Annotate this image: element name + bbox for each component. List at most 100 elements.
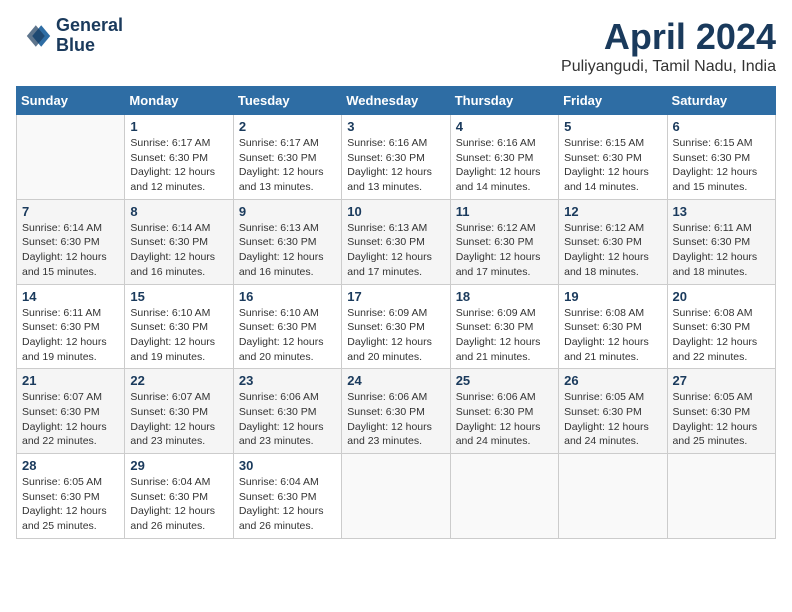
- calendar-cell: 30Sunrise: 6:04 AMSunset: 6:30 PMDayligh…: [233, 454, 341, 539]
- calendar-cell: [559, 454, 667, 539]
- calendar-week-row: 21 Sunrise: 6:07 AMSunset: 6:30 PMDayligh…: [17, 369, 776, 454]
- day-info: Sunrise: 6:13 AMSunset: 6:30 PMDaylight:…: [239, 221, 336, 280]
- calendar-cell: 8 Sunrise: 6:14 AMSunset: 6:30 PMDaylight…: [125, 199, 233, 284]
- day-number: 17: [347, 289, 444, 304]
- day-info: Sunrise: 6:06 AMSunset: 6:30 PMDaylight:…: [347, 390, 444, 449]
- weekday-header: Friday: [559, 87, 667, 115]
- month-title: April 2024: [561, 16, 776, 58]
- day-number: 29: [130, 458, 227, 473]
- day-info: Sunrise: 6:08 AMSunset: 6:30 PMDaylight:…: [673, 306, 770, 365]
- day-info: Sunrise: 6:06 AMSunset: 6:30 PMDaylight:…: [456, 390, 553, 449]
- day-info: Sunrise: 6:04 AMSunset: 6:30 PMDaylight:…: [239, 475, 336, 534]
- calendar-cell: [450, 454, 558, 539]
- day-info: Sunrise: 6:11 AMSunset: 6:30 PMDaylight:…: [22, 306, 119, 365]
- day-number: 10: [347, 204, 444, 219]
- calendar-cell: 24 Sunrise: 6:06 AMSunset: 6:30 PMDayligh…: [342, 369, 450, 454]
- calendar-cell: 19 Sunrise: 6:08 AMSunset: 6:30 PMDayligh…: [559, 284, 667, 369]
- calendar-cell: 2Sunrise: 6:17 AMSunset: 6:30 PMDaylight…: [233, 115, 341, 200]
- calendar-cell: 5Sunrise: 6:15 AMSunset: 6:30 PMDaylight…: [559, 115, 667, 200]
- logo-icon: [16, 18, 52, 54]
- day-number: 28: [22, 458, 119, 473]
- calendar-cell: 10 Sunrise: 6:13 AMSunset: 6:30 PMDayligh…: [342, 199, 450, 284]
- calendar-week-row: 1 Sunrise: 6:17 AMSunset: 6:30 PMDaylight…: [17, 115, 776, 200]
- logo: General Blue: [16, 16, 123, 56]
- calendar-cell: [17, 115, 125, 200]
- calendar-week-row: 7 Sunrise: 6:14 AMSunset: 6:30 PMDaylight…: [17, 199, 776, 284]
- day-info: Sunrise: 6:16 AMSunset: 6:30 PMDaylight:…: [456, 136, 553, 195]
- day-info: Sunrise: 6:05 AMSunset: 6:30 PMDaylight:…: [673, 390, 770, 449]
- weekday-header: Wednesday: [342, 87, 450, 115]
- day-number: 21: [22, 373, 119, 388]
- day-number: 3: [347, 119, 444, 134]
- day-number: 22: [130, 373, 227, 388]
- calendar-cell: 27 Sunrise: 6:05 AMSunset: 6:30 PMDayligh…: [667, 369, 775, 454]
- day-info: Sunrise: 6:14 AMSunset: 6:30 PMDaylight:…: [22, 221, 119, 280]
- calendar-cell: 20Sunrise: 6:08 AMSunset: 6:30 PMDayligh…: [667, 284, 775, 369]
- day-info: Sunrise: 6:12 AMSunset: 6:30 PMDaylight:…: [456, 221, 553, 280]
- day-number: 25: [456, 373, 553, 388]
- day-number: 15: [130, 289, 227, 304]
- day-number: 6: [673, 119, 770, 134]
- title-block: April 2024 Puliyangudi, Tamil Nadu, Indi…: [561, 16, 776, 76]
- day-number: 11: [456, 204, 553, 219]
- calendar-cell: 6Sunrise: 6:15 AMSunset: 6:30 PMDaylight…: [667, 115, 775, 200]
- day-info: Sunrise: 6:09 AMSunset: 6:30 PMDaylight:…: [456, 306, 553, 365]
- calendar-cell: 3 Sunrise: 6:16 AMSunset: 6:30 PMDaylight…: [342, 115, 450, 200]
- day-info: Sunrise: 6:10 AMSunset: 6:30 PMDaylight:…: [130, 306, 227, 365]
- page-header: General Blue April 2024 Puliyangudi, Tam…: [16, 16, 776, 76]
- day-number: 5: [564, 119, 661, 134]
- day-info: Sunrise: 6:08 AMSunset: 6:30 PMDaylight:…: [564, 306, 661, 365]
- day-number: 14: [22, 289, 119, 304]
- day-number: 26: [564, 373, 661, 388]
- calendar-cell: 11 Sunrise: 6:12 AMSunset: 6:30 PMDayligh…: [450, 199, 558, 284]
- weekday-header: Monday: [125, 87, 233, 115]
- weekday-header: Thursday: [450, 87, 558, 115]
- day-number: 24: [347, 373, 444, 388]
- calendar-week-row: 28 Sunrise: 6:05 AMSunset: 6:30 PMDayligh…: [17, 454, 776, 539]
- day-number: 27: [673, 373, 770, 388]
- calendar-cell: 21 Sunrise: 6:07 AMSunset: 6:30 PMDayligh…: [17, 369, 125, 454]
- calendar-cell: [667, 454, 775, 539]
- calendar-cell: [342, 454, 450, 539]
- weekday-header-row: SundayMondayTuesdayWednesdayThursdayFrid…: [17, 87, 776, 115]
- calendar-cell: 23 Sunrise: 6:06 AMSunset: 6:30 PMDayligh…: [233, 369, 341, 454]
- calendar-table: SundayMondayTuesdayWednesdayThursdayFrid…: [16, 86, 776, 539]
- calendar-cell: 4 Sunrise: 6:16 AMSunset: 6:30 PMDaylight…: [450, 115, 558, 200]
- day-info: Sunrise: 6:07 AMSunset: 6:30 PMDaylight:…: [22, 390, 119, 449]
- day-number: 12: [564, 204, 661, 219]
- day-info: Sunrise: 6:05 AMSunset: 6:30 PMDaylight:…: [22, 475, 119, 534]
- calendar-cell: 1Sunrise: 6:17 AMSunset: 6:30 PMDaylight…: [125, 115, 233, 200]
- day-info: Sunrise: 6:17 AMSunset: 6:30 PMDaylight:…: [239, 136, 336, 195]
- day-info: Sunrise: 6:12 AMSunset: 6:30 PMDaylight:…: [564, 221, 661, 280]
- day-number: 7: [22, 204, 119, 219]
- weekday-header: Sunday: [17, 87, 125, 115]
- calendar-cell: 12 Sunrise: 6:12 AMSunset: 6:30 PMDayligh…: [559, 199, 667, 284]
- day-number: 16: [239, 289, 336, 304]
- weekday-header: Saturday: [667, 87, 775, 115]
- day-info: Sunrise: 6:16 AMSunset: 6:30 PMDaylight:…: [347, 136, 444, 195]
- logo-text: General Blue: [56, 16, 123, 56]
- calendar-cell: 18Sunrise: 6:09 AMSunset: 6:30 PMDayligh…: [450, 284, 558, 369]
- weekday-header: Tuesday: [233, 87, 341, 115]
- calendar-cell: 15 Sunrise: 6:10 AMSunset: 6:30 PMDayligh…: [125, 284, 233, 369]
- day-number: 9: [239, 204, 336, 219]
- day-info: Sunrise: 6:07 AMSunset: 6:30 PMDaylight:…: [130, 390, 227, 449]
- day-info: Sunrise: 6:13 AMSunset: 6:30 PMDaylight:…: [347, 221, 444, 280]
- day-number: 4: [456, 119, 553, 134]
- day-info: Sunrise: 6:14 AMSunset: 6:30 PMDaylight:…: [130, 221, 227, 280]
- calendar-cell: 16 Sunrise: 6:10 AMSunset: 6:30 PMDayligh…: [233, 284, 341, 369]
- day-info: Sunrise: 6:11 AMSunset: 6:30 PMDaylight:…: [673, 221, 770, 280]
- day-info: Sunrise: 6:05 AMSunset: 6:30 PMDaylight:…: [564, 390, 661, 449]
- day-info: Sunrise: 6:10 AMSunset: 6:30 PMDaylight:…: [239, 306, 336, 365]
- day-info: Sunrise: 6:06 AMSunset: 6:30 PMDaylight:…: [239, 390, 336, 449]
- calendar-cell: 13 Sunrise: 6:11 AMSunset: 6:30 PMDayligh…: [667, 199, 775, 284]
- day-number: 13: [673, 204, 770, 219]
- calendar-cell: 25 Sunrise: 6:06 AMSunset: 6:30 PMDayligh…: [450, 369, 558, 454]
- calendar-cell: 17Sunrise: 6:09 AMSunset: 6:30 PMDayligh…: [342, 284, 450, 369]
- day-number: 19: [564, 289, 661, 304]
- calendar-cell: 28 Sunrise: 6:05 AMSunset: 6:30 PMDayligh…: [17, 454, 125, 539]
- calendar-week-row: 14 Sunrise: 6:11 AMSunset: 6:30 PMDayligh…: [17, 284, 776, 369]
- day-number: 23: [239, 373, 336, 388]
- day-number: 1: [130, 119, 227, 134]
- day-number: 8: [130, 204, 227, 219]
